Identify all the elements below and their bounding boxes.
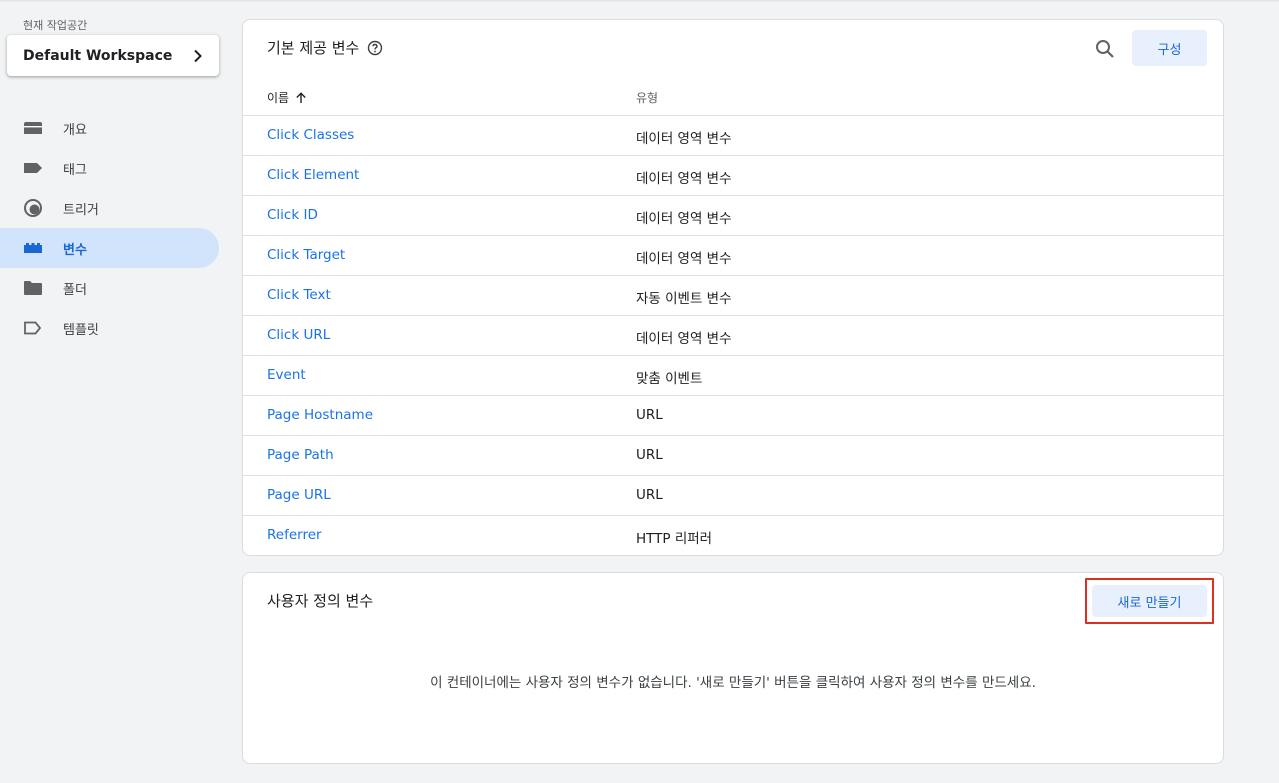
- variable-type: 데이터 영역 변수: [636, 211, 732, 227]
- variable-icon: [23, 238, 43, 258]
- variable-type: 맞춤 이벤트: [636, 371, 703, 387]
- variable-name-link[interactable]: Click ID: [267, 207, 318, 223]
- table-row: Event 맞춤 이벤트: [243, 355, 1223, 395]
- chevron-right-icon: [194, 49, 202, 62]
- workspace-label: 현재 작업공간: [23, 19, 88, 32]
- template-icon: [23, 318, 43, 338]
- sidebar-item-folders[interactable]: 폴더: [0, 268, 219, 308]
- table-row: Click Text 자동 이벤트 변수: [243, 275, 1223, 315]
- builtin-variables-table: Click Classes 데이터 영역 변수 Click Element 데이터 …: [243, 115, 1223, 555]
- variable-type: URL: [636, 447, 663, 463]
- variable-name-link[interactable]: Click Classes: [267, 127, 354, 143]
- table-row: Click Classes 데이터 영역 변수: [243, 115, 1223, 155]
- new-variable-button[interactable]: 새로 만들기: [1092, 585, 1207, 617]
- table-row: Click ID 데이터 영역 변수: [243, 195, 1223, 235]
- variable-name-link[interactable]: Page Path: [267, 447, 334, 463]
- table-row: Click Element 데이터 영역 변수: [243, 155, 1223, 195]
- custom-variables-card: 사용자 정의 변수 새로 만들기 이 컨테이너에는 사용자 정의 변수가 없습니…: [242, 572, 1224, 764]
- variable-type: 데이터 영역 변수: [636, 331, 732, 347]
- variable-name-link[interactable]: Referrer: [267, 527, 322, 543]
- builtin-variables-header: 기본 제공 변수: [267, 37, 383, 58]
- sidebar-item-label: 변수: [63, 242, 87, 258]
- sidebar-item-triggers[interactable]: 트리거: [0, 188, 219, 228]
- table-row: Referrer HTTP 리퍼러: [243, 515, 1223, 555]
- sidebar-nav: 개요 태그 트리거 변수 폴더 템플릿: [0, 108, 219, 348]
- workspace-selector[interactable]: Default Workspace: [7, 35, 219, 76]
- overview-icon: [23, 118, 43, 138]
- sidebar-item-label: 트리거: [63, 202, 99, 218]
- sidebar-item-tags[interactable]: 태그: [0, 148, 219, 188]
- column-header-type[interactable]: 유형: [636, 89, 658, 106]
- table-row: Click URL 데이터 영역 변수: [243, 315, 1223, 355]
- builtin-variables-card: 기본 제공 변수 구성 이름 유형 Click Classes 데이터 영역 변수…: [242, 19, 1224, 556]
- variable-name-link[interactable]: Page Hostname: [267, 407, 373, 423]
- variable-name-link[interactable]: Click URL: [267, 327, 330, 343]
- sidebar-item-label: 개요: [63, 122, 87, 138]
- sidebar-item-label: 폴더: [63, 282, 87, 298]
- configure-button[interactable]: 구성: [1132, 30, 1207, 66]
- sidebar-item-overview[interactable]: 개요: [0, 108, 219, 148]
- sidebar-item-templates[interactable]: 템플릿: [0, 308, 219, 348]
- help-icon[interactable]: [367, 40, 383, 56]
- table-row: Page Hostname URL: [243, 395, 1223, 435]
- column-header-name-label: 이름: [267, 91, 290, 105]
- variable-type: URL: [636, 407, 663, 423]
- variable-type: 자동 이벤트 변수: [636, 291, 732, 307]
- variable-type: URL: [636, 487, 663, 503]
- variable-type: HTTP 리퍼러: [636, 531, 713, 547]
- table-row: Click Target 데이터 영역 변수: [243, 235, 1223, 275]
- variable-type: 데이터 영역 변수: [636, 131, 732, 147]
- sidebar: 현재 작업공간 Default Workspace 개요 태그 트리거 변수 폴…: [0, 0, 232, 783]
- trigger-icon: [23, 198, 43, 218]
- folder-icon: [23, 278, 43, 298]
- table-row: Page URL URL: [243, 475, 1223, 515]
- sidebar-item-variables[interactable]: 변수: [0, 228, 219, 268]
- sidebar-item-label: 태그: [63, 162, 87, 178]
- variable-name-link[interactable]: Page URL: [267, 487, 331, 503]
- custom-variables-title: 사용자 정의 변수: [267, 592, 374, 610]
- workspace-name: Default Workspace: [23, 47, 173, 64]
- variable-name-link[interactable]: Event: [267, 367, 306, 383]
- arrow-up-icon: [296, 91, 306, 103]
- variable-type: 데이터 영역 변수: [636, 251, 732, 267]
- search-icon[interactable]: [1093, 37, 1117, 61]
- tag-icon: [23, 158, 43, 178]
- builtin-variables-title: 기본 제공 변수: [267, 39, 360, 57]
- variable-name-link[interactable]: Click Element: [267, 167, 359, 183]
- column-header-name[interactable]: 이름: [267, 89, 307, 106]
- sidebar-item-label: 템플릿: [63, 322, 99, 338]
- variable-name-link[interactable]: Click Text: [267, 287, 331, 303]
- table-row: Page Path URL: [243, 435, 1223, 475]
- empty-state-message: 이 컨테이너에는 사용자 정의 변수가 없습니다. '새로 만들기' 버튼을 클…: [430, 675, 1036, 691]
- variable-type: 데이터 영역 변수: [636, 171, 732, 187]
- variable-name-link[interactable]: Click Target: [267, 247, 345, 263]
